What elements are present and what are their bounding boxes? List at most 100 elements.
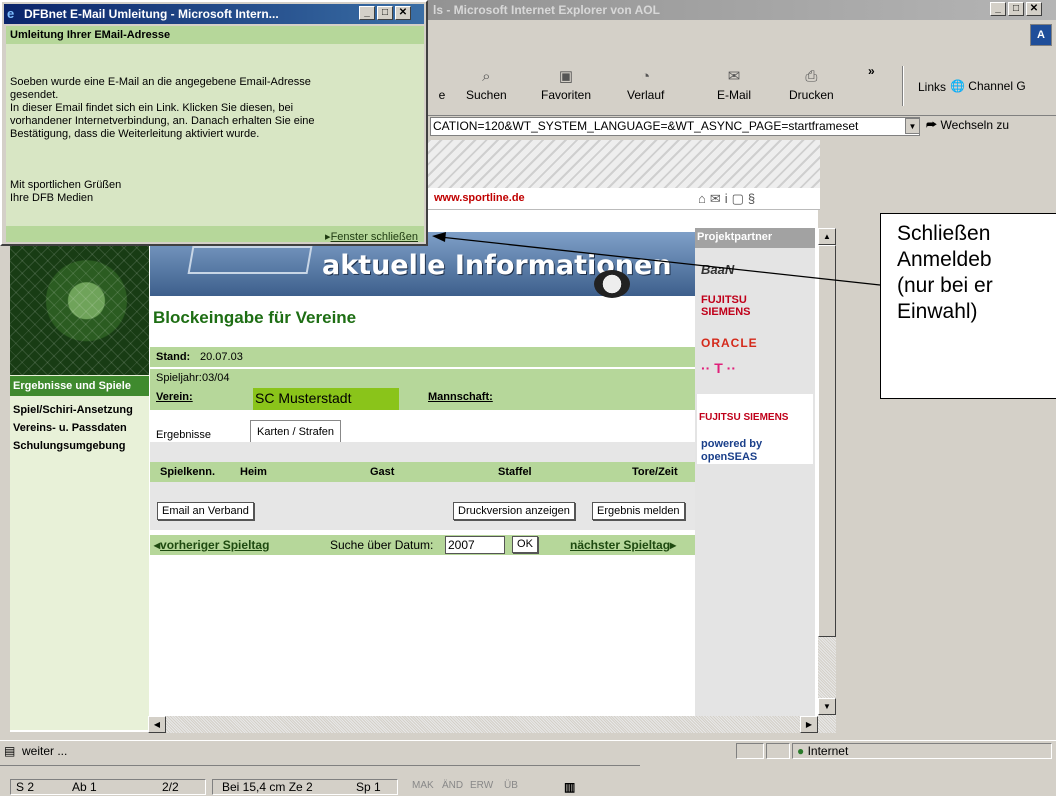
tab-cards[interactable]: Karten / Strafen <box>250 420 342 442</box>
word-column: Sp 1 <box>356 780 381 794</box>
links-label: Links <box>918 80 947 94</box>
soccer-net-image <box>10 240 149 375</box>
sportline-row: www.sportline.de ⌂✉i▢§ <box>428 188 820 210</box>
print-version-button[interactable]: Druckversion anzeigen <box>453 502 575 520</box>
scroll-thumb[interactable] <box>818 245 836 637</box>
popup-maximize-button[interactable]: □ <box>377 6 393 20</box>
word-position: Bei 15,4 cm Ze 2 <box>222 780 313 794</box>
popup-close-button[interactable]: ✕ <box>395 6 411 20</box>
nav-item-results[interactable]: Ergebnisse und Spiele <box>10 376 149 396</box>
popup-heading: Umleitung Ihrer EMail-Adresse <box>6 26 424 44</box>
popup-minimize-button[interactable]: _ <box>359 6 375 20</box>
ok-button[interactable]: OK <box>512 536 538 553</box>
partner-panel-title: Projektpartner <box>695 228 815 248</box>
col-goals-time: Tore/Zeit <box>632 466 678 478</box>
season-label: Spieljahr: <box>156 372 202 384</box>
partner-logo-fujitsu[interactable]: FUJITSU SIEMENS <box>701 294 781 318</box>
club-value[interactable]: SC Musterstadt <box>253 388 399 410</box>
club-label: Verein: <box>156 391 193 403</box>
toolbar-edge-button[interactable]: e <box>432 68 452 102</box>
popup-window-controls: _ □ ✕ <box>359 6 411 20</box>
toolbar-favorites-button[interactable]: ▣ Favoriten <box>541 68 591 102</box>
spellcheck-book-icon[interactable]: ▥ <box>564 780 575 794</box>
history-icon: ◔ <box>641 68 651 85</box>
status-section-1 <box>736 743 764 759</box>
mail-icon: ✉ <box>727 68 741 85</box>
popup-message: Soeben wurde eine E-Mail an die angegebe… <box>10 76 315 140</box>
search-icon: ⌕ <box>482 68 491 85</box>
partner-logo-oracle[interactable]: ORACLE <box>701 336 758 350</box>
aol-logo-icon: A <box>1030 24 1052 46</box>
word-drawing-toolbar <box>0 760 1056 778</box>
minimize-button[interactable]: _ <box>990 2 1006 16</box>
sportline-link[interactable]: www.sportline.de <box>434 192 525 204</box>
globe-icon: ● <box>797 744 805 758</box>
maximize-button[interactable]: □ <box>1008 2 1024 16</box>
channel-link[interactable]: 🌐 Channel G <box>950 79 1026 93</box>
status-text: weiter ... <box>22 744 68 758</box>
blank-icon <box>432 68 452 86</box>
word-toolbar-strip <box>0 760 640 766</box>
next-matchday-link[interactable]: nächster Spieltag▸ <box>570 538 676 552</box>
date-search-label: Suche über Datum: <box>330 538 434 552</box>
scroll-down-icon[interactable]: ▼ <box>818 698 836 715</box>
col-guest: Gast <box>370 466 395 478</box>
mode-aend[interactable]: ÄND <box>442 780 463 791</box>
mode-ueb[interactable]: ÜB <box>504 780 518 791</box>
status-zone: ● Internet <box>792 743 1052 759</box>
scroll-right-icon[interactable]: ▶ <box>800 716 818 733</box>
popup-signature: Mit sportlichen Grüßen Ihre DFB Medien <box>10 179 122 204</box>
email-redirect-popup: e DFBnet E-Mail Umleitung - Microsoft In… <box>0 0 428 246</box>
date-search-input[interactable]: 2007 <box>445 536 505 554</box>
stand-label: Stand: <box>156 351 191 363</box>
mode-erw[interactable]: ERW <box>470 780 493 791</box>
nav-item-club-data[interactable]: Vereins- u. Passdaten <box>13 422 127 434</box>
toolbar-history-button[interactable]: ◔ Verlauf <box>627 68 664 102</box>
nav-item-training[interactable]: Schulungsumgebung <box>13 440 125 452</box>
season-value: 03/04 <box>202 372 230 384</box>
site-tools-icons[interactable]: ⌂✉i▢§ <box>698 191 759 207</box>
tab-bar: Ergebnisse Karten / Strafen <box>150 420 695 446</box>
word-pages: 2/2 <box>162 780 179 794</box>
address-input[interactable]: CATION=120&WT_SYSTEM_LANGUAGE=&WT_ASYNC_… <box>430 117 920 136</box>
toolbar-divider <box>902 66 904 106</box>
toolbar-search-button[interactable]: ⌕ Suchen <box>466 68 507 102</box>
close-button[interactable]: ✕ <box>1026 2 1042 16</box>
go-button[interactable]: ⮫ Wechseln zu <box>926 118 1009 133</box>
print-icon: ⎙ <box>805 68 818 85</box>
word-page: S 2 <box>16 780 35 794</box>
col-division: Staffel <box>498 466 532 478</box>
email-association-button[interactable]: Email an Verband <box>157 502 254 520</box>
partner-logo-openseas[interactable]: powered by openSEAS <box>701 438 801 464</box>
results-panel: Spielkenn. Heim Gast Staffel Tore/Zeit E… <box>150 442 695 530</box>
left-navigation: Ergebnisse und Spiele Spiel/Schiri-Anset… <box>10 210 149 730</box>
scroll-left-icon[interactable]: ◀ <box>148 716 166 733</box>
news-sign-graphic <box>187 246 313 274</box>
horizontal-scrollbar[interactable]: ◀ ▶ <box>148 716 818 733</box>
page-title: Blockeingabe für Vereine <box>153 308 357 327</box>
vertical-scrollbar[interactable]: ▲ ▼ <box>818 228 836 733</box>
report-result-button[interactable]: Ergebnis melden <box>592 502 685 520</box>
address-dropdown-icon[interactable]: ▼ <box>905 118 920 134</box>
partner-logo-telekom[interactable]: ·· T ·· <box>701 360 736 376</box>
toolbar-print-button[interactable]: ⎙ Drucken <box>789 68 834 102</box>
col-match-id: Spielkenn. <box>160 466 216 478</box>
go-arrow-icon: ⮫ <box>926 118 938 132</box>
annotation-callout: Schließen Anmeldeb (nur bei er Einwahl) <box>880 213 1056 399</box>
partner-panel: Projektpartner BaaN FUJITSU SIEMENS ORAC… <box>695 228 815 733</box>
ie-status-bar: ▤ weiter ... ● Internet <box>0 740 1056 760</box>
mode-mak[interactable]: MAK <box>412 780 434 791</box>
prev-matchday-link[interactable]: ◂vorheriger Spieltag <box>154 538 269 552</box>
toolbar-mail-button[interactable]: ✉ E-Mail <box>717 68 751 102</box>
matchday-nav-row: ◂vorheriger Spieltag Suche über Datum: 2… <box>150 535 695 555</box>
word-status-bar: S 2 Ab 1 2/2 Bei 15,4 cm Ze 2 Sp 1 MAK Ä… <box>0 778 1056 796</box>
scroll-up-icon[interactable]: ▲ <box>818 228 836 245</box>
close-window-link[interactable]: ▸Fenster schließen <box>325 230 418 243</box>
results-table-header: Spielkenn. Heim Gast Staffel Tore/Zeit <box>150 462 695 482</box>
popup-title: DFBnet E-Mail Umleitung - Microsoft Inte… <box>24 7 279 21</box>
nav-item-schedule[interactable]: Spiel/Schiri-Ansetzung <box>13 404 133 416</box>
team-label: Mannschaft: <box>428 391 493 403</box>
soccer-ball-icon <box>594 270 630 298</box>
partner-logo-baan[interactable]: BaaN <box>701 262 734 277</box>
toolbar-overflow-icon[interactable]: » <box>868 64 875 78</box>
